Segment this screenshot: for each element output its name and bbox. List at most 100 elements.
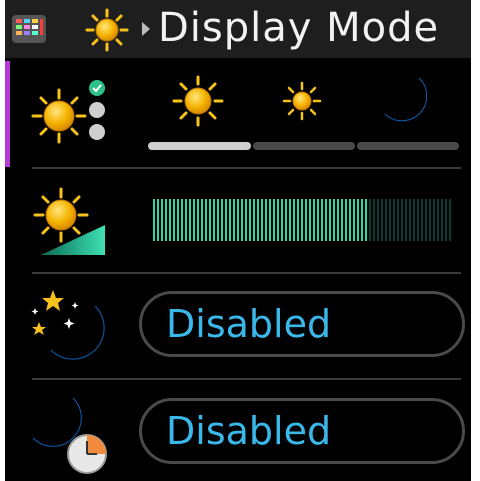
brightness-tick-filled (325, 199, 327, 241)
brightness-tick-filled (305, 199, 307, 241)
brightness-tick-filled (337, 199, 339, 241)
brightness-tick-filled (169, 199, 171, 241)
brightness-tick-empty (381, 199, 383, 241)
brightness-tick-filled (209, 199, 211, 241)
brightness-tick-filled (157, 199, 159, 241)
brightness-tick-filled (153, 199, 155, 241)
brightness-tick-filled (181, 199, 183, 241)
brightness-tick-empty (449, 199, 451, 241)
brightness-tick-filled (193, 199, 195, 241)
brightness-tick-empty (445, 199, 447, 241)
mode-segment[interactable] (253, 142, 355, 150)
brightness-bar[interactable] (153, 199, 453, 241)
brightness-tick-filled (177, 199, 179, 241)
brightness-tick-empty (385, 199, 387, 241)
brightness-tick-empty (373, 199, 375, 241)
brightness-tick-empty (425, 199, 427, 241)
display-mode-row[interactable] (5, 58, 471, 168)
brightness-tick-filled (321, 199, 323, 241)
brightness-tick-filled (249, 199, 251, 241)
brightness-tick-empty (389, 199, 391, 241)
mode-segment-selected[interactable] (148, 142, 251, 150)
brightness-tick-filled (353, 199, 355, 241)
brightness-tick-filled (221, 199, 223, 241)
brightness-tick-filled (213, 199, 215, 241)
sun-small-icon[interactable] (282, 81, 322, 121)
brightness-tick-empty (429, 199, 431, 241)
brightness-tick-filled (277, 199, 279, 241)
header-bar: Display Mode (5, 0, 471, 58)
brightness-tick-empty (397, 199, 399, 241)
display-mode-screen: Display Mode Disabled Disabled (5, 0, 471, 481)
brightness-tick-filled (329, 199, 331, 241)
brightness-tick-filled (197, 199, 199, 241)
brightness-tick-filled (285, 199, 287, 241)
brightness-tick-filled (265, 199, 267, 241)
brightness-tick-empty (393, 199, 395, 241)
brightness-tick-filled (245, 199, 247, 241)
moon-clock-icon (32, 397, 107, 474)
mode-segment[interactable] (357, 142, 459, 150)
night-mode-value: Disabled (166, 302, 332, 346)
sun-icon (85, 8, 129, 52)
night-mode-row[interactable]: Disabled (5, 274, 471, 378)
brightness-tick-empty (413, 199, 415, 241)
brightness-tick-filled (317, 199, 319, 241)
brightness-tick-filled (253, 199, 255, 241)
brightness-tick-empty (437, 199, 439, 241)
brightness-tick-filled (309, 199, 311, 241)
brightness-tick-filled (345, 199, 347, 241)
grid-app-icon[interactable] (11, 14, 47, 44)
moon-stars-icon (31, 290, 105, 360)
brightness-row[interactable] (5, 169, 471, 273)
brightness-tick-filled (185, 199, 187, 241)
night-schedule-value: Disabled (166, 409, 332, 453)
sun-with-radio-options-icon (31, 80, 105, 144)
brightness-tick-empty (401, 199, 403, 241)
brightness-tick-empty (441, 199, 443, 241)
brightness-tick-filled (257, 199, 259, 241)
night-mode-value-pill[interactable]: Disabled (139, 291, 465, 357)
page-title: Display Mode (158, 5, 440, 51)
brightness-tick-filled (205, 199, 207, 241)
brightness-tick-filled (273, 199, 275, 241)
sun-large-icon[interactable] (171, 74, 225, 128)
brightness-tick-filled (189, 199, 191, 241)
brightness-tick-filled (233, 199, 235, 241)
brightness-tick-filled (361, 199, 363, 241)
brightness-tick-filled (237, 199, 239, 241)
brightness-tick-filled (349, 199, 351, 241)
brightness-tick-filled (229, 199, 231, 241)
brightness-tick-empty (417, 199, 419, 241)
sun-brightness-ramp-icon (33, 187, 105, 255)
brightness-tick-filled (201, 199, 203, 241)
brightness-tick-empty (421, 199, 423, 241)
brightness-tick-filled (341, 199, 343, 241)
brightness-tick-filled (269, 199, 271, 241)
brightness-tick-filled (313, 199, 315, 241)
brightness-tick-filled (365, 199, 367, 241)
brightness-tick-filled (165, 199, 167, 241)
brightness-tick-filled (161, 199, 163, 241)
brightness-tick-filled (281, 199, 283, 241)
brightness-tick-filled (289, 199, 291, 241)
brightness-tick-filled (301, 199, 303, 241)
brightness-tick-filled (241, 199, 243, 241)
triangle-right-icon (142, 22, 150, 36)
brightness-tick-empty (377, 199, 379, 241)
night-schedule-value-pill[interactable]: Disabled (139, 398, 465, 464)
moon-icon[interactable] (379, 74, 435, 130)
brightness-tick-filled (217, 199, 219, 241)
brightness-tick-empty (433, 199, 435, 241)
brightness-tick-empty (369, 199, 371, 241)
brightness-tick-filled (333, 199, 335, 241)
night-schedule-row[interactable]: Disabled (5, 380, 471, 481)
brightness-tick-empty (409, 199, 411, 241)
brightness-tick-filled (357, 199, 359, 241)
brightness-tick-filled (293, 199, 295, 241)
brightness-tick-filled (261, 199, 263, 241)
brightness-tick-filled (297, 199, 299, 241)
brightness-tick-filled (173, 199, 175, 241)
brightness-tick-filled (225, 199, 227, 241)
brightness-tick-empty (405, 199, 407, 241)
